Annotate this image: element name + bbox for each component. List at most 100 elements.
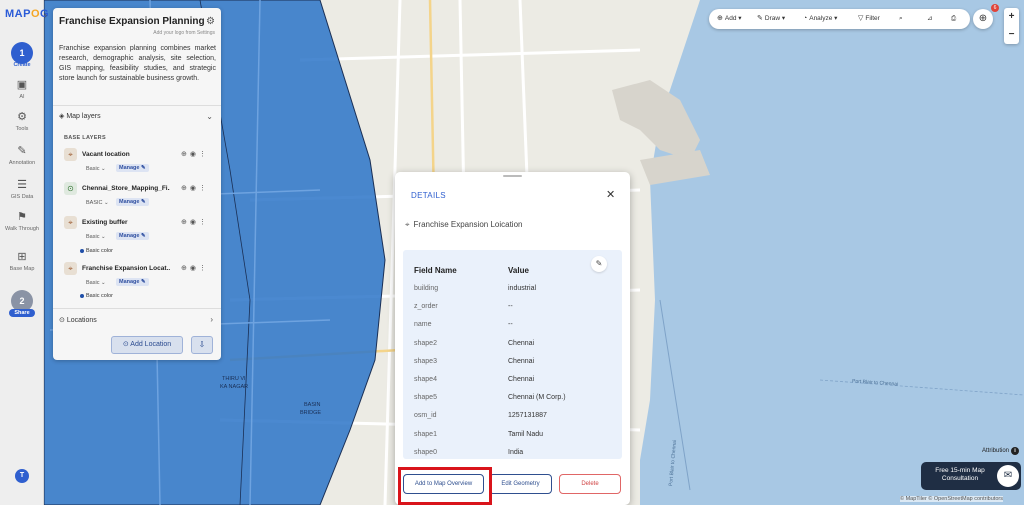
close-icon[interactable]: ✕	[606, 188, 615, 201]
field-value-cell: industrial	[508, 285, 537, 292]
manage-button[interactable]: Manage ✎	[116, 278, 149, 286]
layer-item[interactable]: ⊙ Chennai_Store_Mapping_Fi... ⊕◉⋮ BASIC …	[64, 182, 219, 216]
map-label-ka-nagar: KA NAGAR	[220, 384, 249, 390]
measure-icon[interactable]: ⊿	[927, 9, 932, 29]
field-value-cell: Chennai (M Corp.)	[508, 394, 566, 402]
step-create-number[interactable]: 1	[11, 42, 33, 64]
tools-icon: ⚙	[17, 111, 27, 123]
chevron-down-icon[interactable]: ⌄	[206, 112, 213, 121]
add-location-button[interactable]: ⊙ Add Location	[111, 336, 183, 354]
chevron-right-icon[interactable]: ›	[44, 8, 52, 22]
step-share-label[interactable]: Share	[9, 309, 35, 317]
table-row: shape3 Chennai	[403, 357, 622, 375]
consultation-label: Free 15-min Map Consultation	[935, 467, 985, 482]
chat-icon[interactable]: ✉	[997, 465, 1019, 487]
notification-badge[interactable]: 6	[991, 4, 999, 12]
field-name-cell: building	[414, 285, 439, 292]
rail-item-base-map[interactable]: ⊞ Base Map	[0, 250, 44, 272]
field-name-cell: shape4	[414, 375, 437, 383]
layer-style-select[interactable]: BASIC ⌄	[86, 200, 109, 206]
zoom-out-button[interactable]: −	[1004, 26, 1019, 44]
layer-actions[interactable]: ⊕◉⋮	[181, 264, 209, 272]
eye-icon: ◉	[189, 265, 199, 272]
attribute-rows: building industrial z_order -- name -- shape2 C…	[403, 284, 622, 466]
info-icon: i	[1011, 447, 1020, 455]
map-label-thiru: THIRU VI	[222, 376, 246, 382]
layer-item[interactable]: ⌖ Existing buffer ⊕◉⋮ Basic ⌄ Manage ✎	[64, 216, 219, 250]
consultation-widget[interactable]: Free 15-min Map Consultation ✉	[921, 462, 1021, 490]
field-value-cell: Chennai	[508, 357, 535, 365]
chevron-right-icon[interactable]: ›	[210, 315, 213, 324]
user-avatar[interactable]: T	[15, 469, 29, 483]
map-label-basin: BASIN	[304, 402, 321, 408]
walk-through-icon: ⚑	[17, 211, 27, 223]
zoom-to-icon: ⊕	[181, 219, 190, 226]
pencil-icon[interactable]: ✎	[591, 256, 607, 272]
field-value-cell: --	[508, 303, 513, 311]
project-title: Franchise Expansion Planning	[59, 16, 205, 27]
rail-item-annotation[interactable]: ✎ Annotation	[0, 144, 44, 166]
table-row: shape2 Chennai	[403, 339, 622, 357]
analyze-menu-button[interactable]: ◔ Analyze ▾	[803, 9, 837, 29]
add-menu-button[interactable]: ⊕ Add ▾	[717, 9, 742, 29]
layer-actions[interactable]: ⊕◉⋮	[181, 218, 209, 226]
layer-name: Franchise Expansion Locat...	[82, 265, 170, 272]
layer-style-select[interactable]: Basic ⌄	[86, 280, 106, 286]
field-name-cell: z_order	[414, 303, 438, 311]
project-subtitle: Add your logo from Settings	[153, 30, 215, 36]
manage-button[interactable]: Manage ✎	[116, 164, 149, 172]
rail-item-walk-through[interactable]: ⚑ Walk Through	[0, 210, 44, 232]
column-header-field: Field Name	[414, 266, 457, 275]
search-icon[interactable]: ⌕	[899, 9, 903, 29]
layer-actions[interactable]: ⊕◉⋮	[181, 150, 209, 158]
polygon-layer-icon: ⌖	[64, 216, 77, 229]
rail-item-ai[interactable]: ▣ AI	[0, 78, 44, 100]
map-layers-toggle[interactable]: ◈ Map layers	[59, 112, 101, 120]
layer-style-select[interactable]: Basic ⌄	[86, 166, 106, 172]
rail-item-gis-data[interactable]: ☰ GIS Data	[0, 178, 44, 200]
manage-button[interactable]: Manage ✎	[116, 198, 149, 206]
table-row: shape1 Tamil Nadu	[403, 430, 622, 448]
zoom-to-icon: ⊕	[181, 185, 190, 192]
drag-handle[interactable]	[503, 175, 522, 177]
locate-icon[interactable]: ⊕	[973, 9, 993, 29]
field-value-cell: --	[508, 321, 513, 329]
field-name-cell: shape5	[414, 394, 437, 402]
draw-menu-button[interactable]: ✎ Draw ▾	[757, 9, 785, 29]
layer-actions[interactable]: ⊕◉⋮	[181, 184, 209, 192]
eye-icon: ◉	[189, 151, 199, 158]
ai-icon: ▣	[16, 79, 28, 91]
layer-name: Vacant location	[82, 151, 130, 158]
field-name-cell: name	[414, 321, 432, 329]
download-button[interactable]: ⇩	[191, 336, 213, 354]
project-panel: Franchise Expansion Planning ⚙ Add your …	[53, 8, 221, 360]
table-row: shape0 India	[403, 448, 622, 466]
rail-item-tools[interactable]: ⚙ Tools	[0, 110, 44, 132]
divider	[53, 308, 221, 309]
locations-toggle[interactable]: ⊙ Locations	[59, 316, 97, 324]
print-icon[interactable]: ⎙	[951, 9, 956, 29]
annotation-icon: ✎	[17, 145, 27, 157]
step-create-label[interactable]: Create	[7, 62, 37, 68]
gear-icon[interactable]: ⚙	[206, 16, 215, 27]
zoom-in-button[interactable]: +	[1004, 8, 1019, 26]
filter-button[interactable]: ▽ Filter	[858, 9, 880, 29]
pencil-icon: ✎	[757, 15, 763, 22]
field-value-cell: Chennai	[508, 375, 535, 383]
layer-item[interactable]: ⌖ Vacant location ⊕◉⋮ Basic ⌄ Manage ✎	[64, 148, 219, 182]
polygon-layer-icon: ⌖	[64, 148, 77, 161]
delete-button[interactable]: Delete	[559, 474, 621, 494]
table-row: name --	[403, 320, 622, 338]
attribution-toggle[interactable]: Attribution i	[982, 447, 1020, 455]
layer-style-select[interactable]: Basic ⌄	[86, 234, 106, 240]
layer-item[interactable]: ⌖ Franchise Expansion Locat... ⊕◉⋮ Basic…	[64, 262, 219, 296]
table-row: building industrial	[403, 284, 622, 302]
brand-logo[interactable]: MAPOG	[5, 8, 49, 20]
edit-geometry-button[interactable]: Edit Geometry	[489, 474, 552, 494]
base-layers-heading: BASE LAYERS	[64, 135, 106, 141]
field-name-cell: shape2	[414, 339, 437, 347]
polygon-layer-icon: ⌖	[405, 220, 410, 229]
manage-button[interactable]: Manage ✎	[116, 232, 149, 240]
map-credits: © MapTiler © OpenStreetMap contributors	[900, 496, 1003, 502]
zoom-to-icon: ⊕	[181, 265, 190, 272]
